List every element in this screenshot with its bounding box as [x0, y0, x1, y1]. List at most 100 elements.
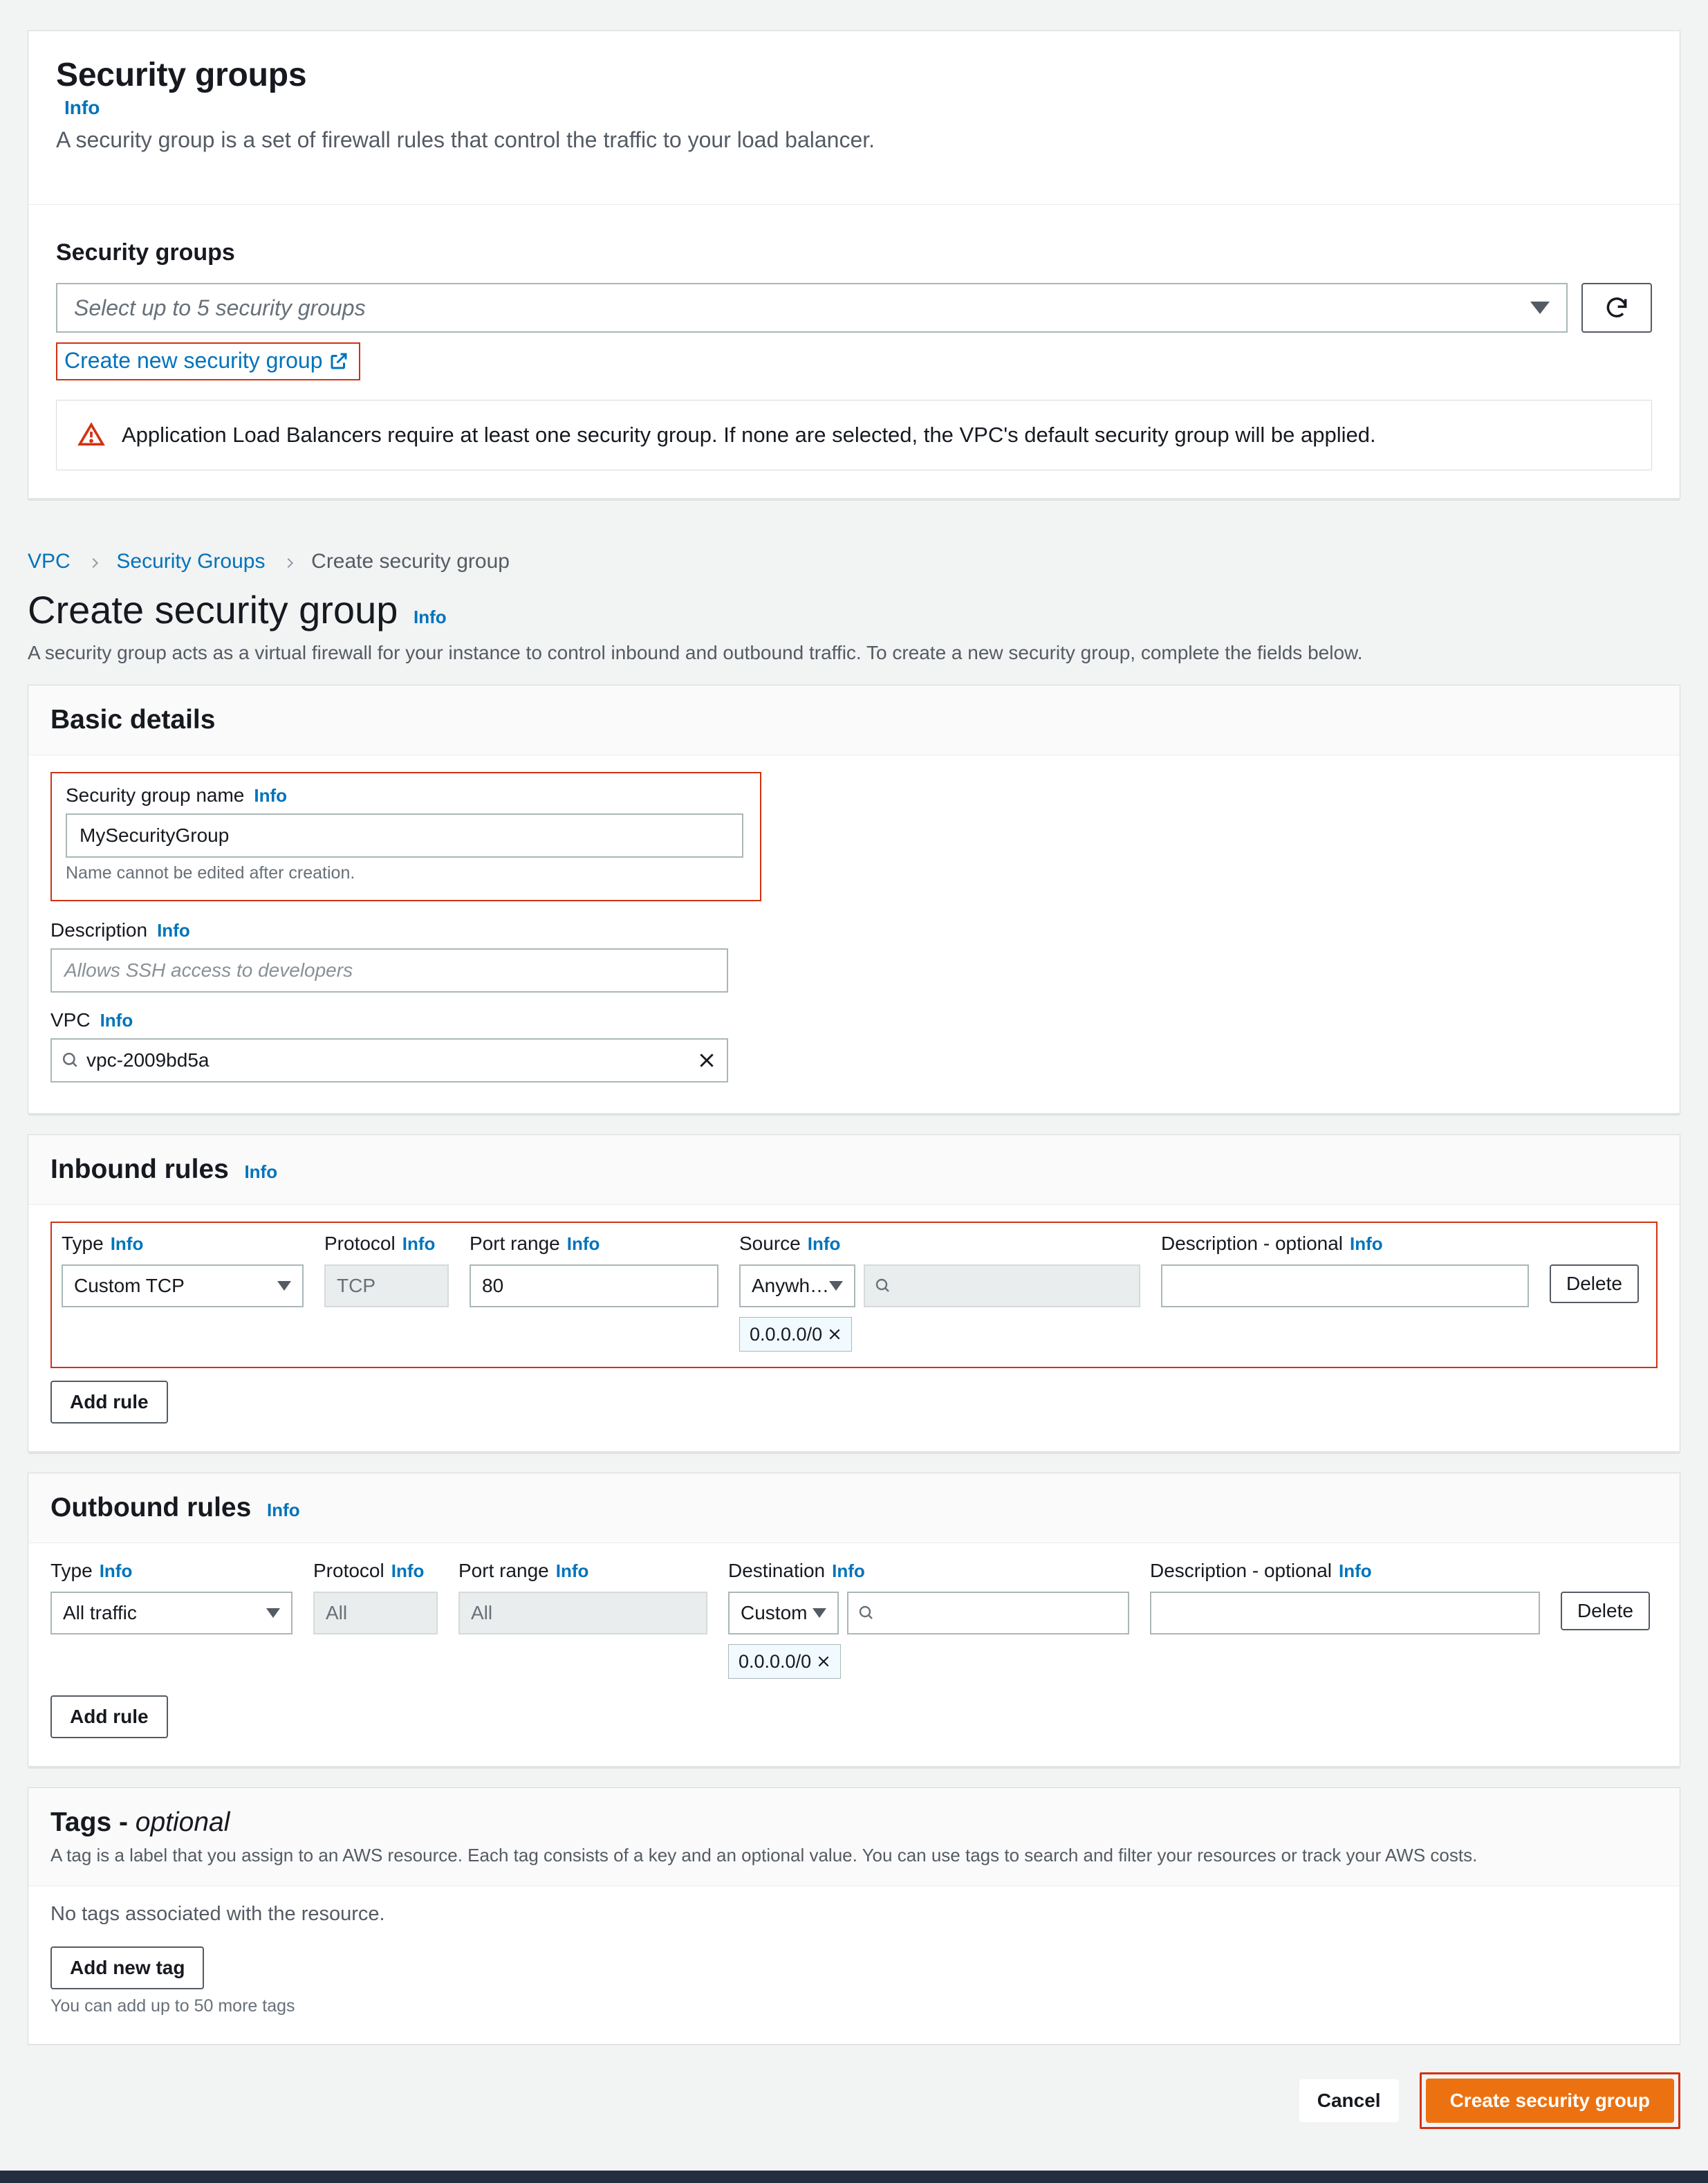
ob-desc-info[interactable]: Info [1339, 1560, 1372, 1582]
outbound-heading: Outbound rules [50, 1493, 251, 1522]
type-info[interactable]: Info [111, 1233, 144, 1255]
action-row: Cancel Create security group [0, 2072, 1708, 2171]
security-groups-panel: Security groups Info A security group is… [28, 30, 1680, 499]
sg-warning-alert: Application Load Balancers require at le… [56, 400, 1652, 470]
crumb-current: Create security group [311, 550, 510, 573]
sg-section-label: Security groups [56, 239, 1652, 266]
inbound-rules-box: Inbound rules Info TypeInfo Custom TCP P… [28, 1134, 1680, 1452]
outbound-desc-field[interactable] [1150, 1592, 1540, 1634]
caret-down-icon [829, 1281, 843, 1291]
inbound-heading: Inbound rules [50, 1154, 229, 1184]
sg-title: Security groups [56, 56, 1652, 94]
col-src: Source [739, 1233, 801, 1255]
clear-vpc-button[interactable] [698, 1051, 716, 1069]
inbound-port-field[interactable]: 80 [470, 1264, 718, 1307]
name-label: Security group name [66, 784, 244, 807]
ob-proto-info[interactable]: Info [391, 1560, 425, 1582]
outbound-port-field: All [458, 1592, 707, 1634]
inbound-cidr-chip[interactable]: 0.0.0.0/0 [739, 1317, 852, 1352]
inbound-source-search[interactable] [864, 1264, 1140, 1307]
cancel-button[interactable]: Cancel [1299, 2079, 1399, 2122]
ob-dst-info[interactable]: Info [832, 1560, 865, 1582]
sg-info-link[interactable]: Info [64, 97, 100, 119]
crumb-sg[interactable]: Security Groups [116, 550, 265, 573]
basic-details-box: Basic details Security group name Info M… [28, 685, 1680, 1114]
name-value: MySecurityGroup [80, 825, 229, 847]
add-tag-button[interactable]: Add new tag [50, 1946, 204, 1989]
inbound-add-rule-button[interactable]: Add rule [50, 1381, 168, 1424]
tags-hint: You can add up to 50 more tags [50, 1996, 1658, 2016]
outbound-add-rule-button[interactable]: Add rule [50, 1695, 168, 1738]
page-subtitle: A security group acts as a virtual firew… [0, 632, 1708, 664]
inbound-row-highlight: TypeInfo Custom TCP ProtocolInfo TCP Por… [50, 1222, 1658, 1368]
inbound-source-select[interactable]: Anywh… [739, 1264, 855, 1307]
desc-label: Description [50, 919, 147, 941]
col-proto: Protocol [324, 1233, 396, 1255]
desc-info[interactable]: Info [157, 920, 190, 941]
outbound-info[interactable]: Info [267, 1500, 300, 1520]
name-hint: Name cannot be edited after creation. [66, 863, 746, 883]
create-button-highlight: Create security group [1420, 2072, 1680, 2129]
inbound-info[interactable]: Info [244, 1161, 277, 1182]
breadcrumb: VPC Security Groups Create security grou… [0, 529, 1708, 587]
col-proto-ob: Protocol [313, 1560, 384, 1582]
bottom-bar [0, 2171, 1708, 2183]
search-icon [875, 1278, 891, 1294]
tags-empty: No tags associated with the resource. [50, 1903, 1658, 1926]
desc-input[interactable]: Allows SSH access to developers [50, 948, 728, 993]
col-type-ob: Type [50, 1560, 93, 1582]
col-port: Port range [470, 1233, 560, 1255]
ob-port-info[interactable]: Info [556, 1560, 589, 1582]
tags-box: Tags - optional A tag is a label that yo… [28, 1787, 1680, 2045]
name-info[interactable]: Info [254, 785, 287, 807]
col-desc: Description - optional [1161, 1233, 1343, 1255]
outbound-rules-box: Outbound rules Info Type Info All traffic… [28, 1473, 1680, 1767]
sg-select-dropdown[interactable]: Select up to 5 security groups [56, 283, 1568, 333]
inbound-type-select[interactable]: Custom TCP [62, 1264, 304, 1307]
create-sg-button[interactable]: Create security group [1426, 2079, 1674, 2123]
ob-type-info[interactable]: Info [100, 1560, 133, 1582]
basic-heading: Basic details [50, 705, 215, 735]
search-icon [858, 1605, 875, 1621]
search-icon [62, 1051, 80, 1069]
desc-info2[interactable]: Info [1350, 1233, 1383, 1255]
desc-placeholder: Allows SSH access to developers [64, 959, 353, 982]
outbound-proto-field: All [313, 1592, 438, 1634]
src-info[interactable]: Info [808, 1233, 841, 1255]
page-title: Create security group [28, 588, 398, 632]
crumb-vpc[interactable]: VPC [28, 550, 71, 573]
name-input[interactable]: MySecurityGroup [66, 813, 743, 858]
sg-subtitle: A security group is a set of firewall ru… [56, 127, 1652, 153]
col-desc-ob: Description - optional [1150, 1560, 1332, 1582]
inbound-desc-field[interactable] [1161, 1264, 1529, 1307]
create-sg-link[interactable]: Create new security group [64, 348, 349, 374]
warning-icon [77, 421, 105, 449]
chevron-right-icon [284, 558, 293, 568]
vpc-info[interactable]: Info [100, 1010, 133, 1031]
refresh-icon [1604, 295, 1630, 321]
page-info-link[interactable]: Info [414, 607, 447, 627]
col-port-ob: Port range [458, 1560, 549, 1582]
outbound-dst-search[interactable] [847, 1592, 1129, 1634]
create-sg-link-text: Create new security group [64, 348, 323, 374]
refresh-button[interactable] [1581, 283, 1652, 333]
name-highlight-box: Security group name Info MySecurityGroup… [50, 772, 761, 901]
proto-info[interactable]: Info [402, 1233, 436, 1255]
close-icon[interactable] [817, 1655, 830, 1668]
vpc-input[interactable]: vpc-2009bd5a [50, 1038, 728, 1083]
outbound-dst-select[interactable]: Custom [728, 1592, 839, 1634]
caret-down-icon [813, 1608, 826, 1618]
port-info[interactable]: Info [567, 1233, 600, 1255]
tags-desc: A tag is a label that you assign to an A… [50, 1845, 1658, 1866]
create-sg-link-highlight: Create new security group [56, 342, 360, 380]
external-link-icon [328, 351, 349, 371]
vpc-label: VPC [50, 1009, 91, 1031]
chevron-right-icon [89, 558, 98, 568]
vpc-value: vpc-2009bd5a [86, 1049, 209, 1071]
inbound-delete-button[interactable]: Delete [1550, 1264, 1639, 1303]
close-icon[interactable] [828, 1327, 842, 1341]
inbound-proto-field: TCP [324, 1264, 449, 1307]
outbound-cidr-chip[interactable]: 0.0.0.0/0 [728, 1644, 841, 1679]
outbound-type-select[interactable]: All traffic [50, 1592, 293, 1634]
outbound-delete-button[interactable]: Delete [1561, 1592, 1650, 1630]
